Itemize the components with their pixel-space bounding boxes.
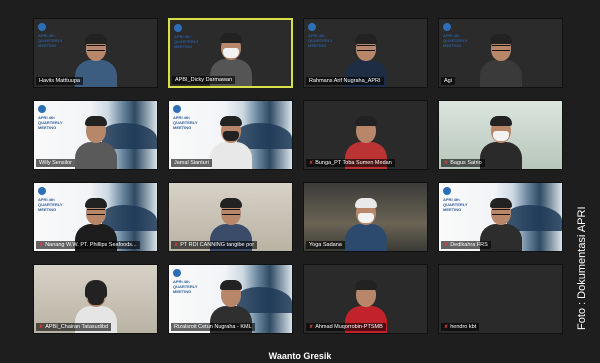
participant-tile[interactable]: APRI 4th QUARTERLY MEETING Haviis Matttu… — [33, 18, 158, 88]
mic-muted-icon: ✘ — [309, 160, 314, 166]
participant-tile[interactable]: APRI 4th QUARTERLY MEETING Rahmans Arif … — [303, 18, 428, 88]
meeting-banner: APRI 4th QUARTERLY MEETING — [174, 34, 199, 49]
participant-name: Yoga Sadana — [306, 241, 345, 249]
mic-muted-icon: ✘ — [39, 324, 44, 330]
participant-video — [73, 113, 119, 169]
apri-logo-icon — [174, 24, 182, 32]
participant-name: ✘ Bagus Satrio — [441, 159, 485, 167]
apri-logo-icon — [173, 105, 181, 113]
video-grid: APRI 4th QUARTERLY MEETING Haviis Matttu… — [33, 18, 563, 336]
participant-video — [343, 195, 389, 251]
participant-tile[interactable]: ✘ Ahmad Muqorrobin-PTSMB — [303, 264, 428, 334]
participant-name: APBI_Dicky Darmawan — [172, 76, 236, 84]
mic-muted-icon: ✘ — [444, 242, 449, 248]
participant-tile[interactable]: ✘ APBI_Chairan Tatasudibd — [33, 264, 158, 334]
meeting-banner: APRI 4th QUARTERLY MEETING — [308, 33, 333, 48]
participant-tile[interactable]: ✘ hendro kbt — [438, 264, 563, 334]
participant-tile[interactable]: APRI 4th QUARTERLY MEETING ✘ Nanang W.W. … — [33, 182, 158, 252]
apri-logo-icon — [443, 23, 451, 31]
participant-name: Rahmans Arif Nugraha_APRI — [306, 77, 384, 85]
participant-name: ✘ Ahmad Muqorrobin-PTSMB — [306, 323, 386, 331]
participant-name: ✘ hendro kbt — [441, 323, 480, 331]
meeting-banner: APRI 4th QUARTERLY MEETING — [38, 115, 63, 130]
participant-video — [208, 113, 254, 169]
participant-tile[interactable]: APRI 4th QUARTERLY MEETING Willy Sensilo… — [33, 100, 158, 170]
mic-muted-icon: ✘ — [39, 242, 44, 248]
participant-tile[interactable]: APRI 4th QUARTERLY MEETING Rizalsroit Ce… — [168, 264, 293, 334]
participant-name: Willy Sensilor — [36, 159, 76, 167]
participant-name: Haviis Matttuupa — [36, 77, 83, 85]
participant-tile[interactable]: ✘ Bagus Satrio — [438, 100, 563, 170]
apri-logo-icon — [173, 269, 181, 277]
apri-logo-icon — [38, 105, 46, 113]
mic-muted-icon: ✘ — [309, 324, 314, 330]
participant-tile[interactable]: APRI 4th QUARTERLY MEETING Agi — [438, 18, 563, 88]
apri-logo-icon — [308, 23, 316, 31]
meeting-banner: APRI 4th QUARTERLY MEETING — [443, 197, 468, 212]
meeting-banner: APRI 4th QUARTERLY MEETING — [38, 197, 63, 212]
apri-logo-icon — [443, 187, 451, 195]
participant-video — [478, 31, 524, 87]
participant-tile[interactable]: ✘ PT RDI CANNING tangibe por — [168, 182, 293, 252]
participant-name: ✘ APBI_Chairan Tatasudibd — [36, 323, 112, 331]
participant-tile[interactable]: APRI 4th QUARTERLY MEETING ✘ Dedikahra FR… — [438, 182, 563, 252]
participant-tile[interactable]: Yoga Sadana — [303, 182, 428, 252]
participant-name: ✘ Nanang W.W. PT. Phillips Seafoods... — [36, 241, 140, 249]
meeting-banner: APRI 4th QUARTERLY MEETING — [173, 115, 198, 130]
participant-name: Jamal Sianturi — [171, 159, 212, 167]
meeting-banner: APRI 4th QUARTERLY MEETING — [173, 279, 198, 294]
mic-muted-icon: ✘ — [174, 242, 179, 248]
speaker-label: Waanto Gresik — [268, 351, 332, 361]
apri-logo-icon — [38, 187, 46, 195]
participant-name: ✘ Bunga_PT Toba Sumen Medan — [306, 159, 395, 167]
participant-tile[interactable]: APRI 4th QUARTERLY MEETING Jamal Siantur… — [168, 100, 293, 170]
photo-credit: Foto : Dokumentasi APRI — [576, 206, 588, 331]
mic-muted-icon: ✘ — [444, 160, 449, 166]
participant-name: ✘ Dedikahra FRS — [441, 241, 491, 249]
apri-logo-icon — [38, 23, 46, 31]
participant-tile[interactable]: ✘ Bunga_PT Toba Sumen Medan — [303, 100, 428, 170]
participant-tile-active[interactable]: APRI 4th QUARTERLY MEETING APBI_Dicky Da… — [168, 18, 293, 88]
meeting-banner: APRI 4th QUARTERLY MEETING — [38, 33, 63, 48]
mic-muted-icon: ✘ — [444, 324, 449, 330]
participant-name: ✘ PT RDI CANNING tangibe por — [171, 241, 258, 249]
participant-name: Rizalsroit Cetun Nugraha - KML — [171, 323, 255, 331]
meeting-banner: APRI 4th QUARTERLY MEETING — [443, 33, 468, 48]
participant-name: Agi — [441, 77, 455, 85]
